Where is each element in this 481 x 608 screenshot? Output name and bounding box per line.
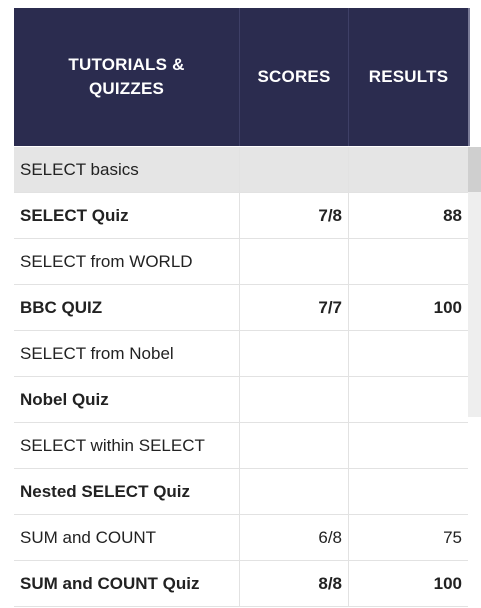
tutorial-name-cell[interactable]: SELECT basics (14, 147, 239, 192)
progress-table: TUTORIALS & QUIZZES SCORES RESULTS SELEC… (14, 8, 481, 608)
tutorial-name-cell[interactable]: SELECT from WORLD (14, 239, 239, 284)
table-row[interactable]: SELECT from Nobel (14, 331, 468, 377)
tutorial-name-cell[interactable]: SELECT Quiz (14, 193, 239, 238)
score-cell: 8/8 (318, 573, 342, 593)
result-cell (349, 469, 468, 514)
score-cell (240, 147, 348, 192)
tutorial-name-cell[interactable]: SELECT within SELECT (14, 423, 239, 468)
result-cell (349, 147, 468, 192)
header-edge (468, 8, 470, 146)
score-cell: 6/8 (318, 527, 342, 547)
result-cell: 100 (433, 297, 462, 317)
score-cell: 7/8 (318, 205, 342, 225)
score-cell (240, 377, 348, 422)
result-cell: 100 (433, 573, 462, 593)
score-cell (240, 469, 348, 514)
score-cell: 7/7 (318, 297, 342, 317)
score-cell (240, 423, 348, 468)
result-cell: 75 (443, 527, 462, 547)
table-row[interactable]: SELECT basics (14, 147, 468, 193)
header-scores[interactable]: SCORES (240, 8, 348, 146)
header-results[interactable]: RESULTS (349, 8, 468, 146)
tutorial-name-cell[interactable]: Nested SELECT Quiz (14, 469, 239, 514)
table-row[interactable]: SUM and COUNT 6/8 75 (14, 515, 468, 561)
tutorial-name-cell[interactable]: BBC QUIZ (14, 285, 239, 330)
table-row[interactable]: SELECT within SELECT (14, 423, 468, 469)
table-row[interactable]: BBC QUIZ 7/7 100 (14, 285, 468, 331)
result-cell (349, 239, 468, 284)
result-cell (349, 423, 468, 468)
header-tutorials-quizzes[interactable]: TUTORIALS & QUIZZES (14, 8, 239, 146)
table-row[interactable]: SUM and COUNT Quiz 8/8 100 (14, 561, 468, 607)
table-body: SELECT basics SELECT Quiz 7/8 88 SELECT from… (14, 147, 468, 607)
table-header: TUTORIALS & QUIZZES SCORES RESULTS (14, 8, 468, 146)
tutorial-name-cell[interactable]: SELECT from Nobel (14, 331, 239, 376)
header-tutorials-line1: TUTORIALS & (68, 55, 185, 74)
table-row[interactable]: SELECT Quiz 7/8 88 (14, 193, 468, 239)
tutorial-name-cell[interactable]: SUM and COUNT Quiz (14, 561, 239, 606)
result-cell (349, 377, 468, 422)
header-tutorials-line2: QUIZZES (88, 79, 165, 98)
score-cell (240, 239, 348, 284)
result-cell: 88 (443, 205, 462, 225)
tutorial-name-cell[interactable]: SUM and COUNT (14, 515, 239, 560)
score-cell (240, 331, 348, 376)
table-row[interactable]: SELECT from WORLD (14, 239, 468, 285)
table-row[interactable]: Nested SELECT Quiz (14, 469, 468, 515)
table-row[interactable]: Nobel Quiz (14, 377, 468, 423)
result-cell (349, 331, 468, 376)
scrollbar[interactable] (468, 147, 481, 417)
scrollbar-thumb[interactable] (468, 147, 481, 192)
tutorial-name-cell[interactable]: Nobel Quiz (14, 377, 239, 422)
